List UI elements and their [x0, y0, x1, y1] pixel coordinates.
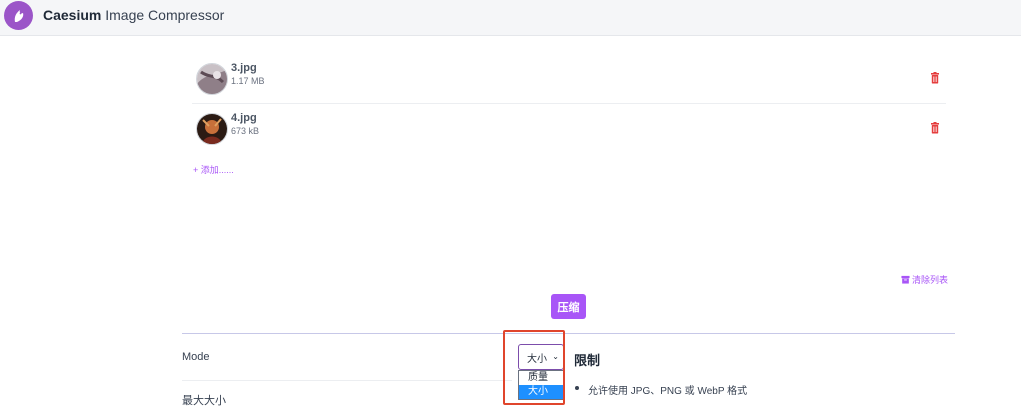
- trash-icon[interactable]: [930, 72, 940, 84]
- highlight-annotation: [503, 330, 565, 405]
- caesium-logo-icon: [4, 1, 33, 30]
- app-title: Caesium Image Compressor: [43, 7, 224, 23]
- clear-list-link[interactable]: 清除列表: [901, 273, 948, 286]
- archive-icon: [901, 275, 910, 284]
- settings-divider: [182, 380, 512, 381]
- trash-icon[interactable]: [930, 122, 940, 134]
- file-thumbnail: [196, 63, 228, 95]
- file-size: 673 kB: [231, 126, 260, 136]
- file-name: 4.jpg: [231, 112, 257, 124]
- app-title-rest: Image Compressor: [101, 7, 225, 23]
- compress-button[interactable]: 压缩: [551, 294, 586, 319]
- file-size: 1.17 MB: [231, 76, 265, 86]
- add-files-link[interactable]: + 添加......: [193, 163, 234, 176]
- limits-list-item: 允许使用 JPG、PNG 或 WebP 格式: [574, 382, 747, 397]
- file-list-item[interactable]: 3.jpg 1.17 MB: [192, 54, 946, 102]
- file-thumbnail: [196, 113, 228, 145]
- section-divider: [182, 333, 955, 334]
- limits-title: 限制: [574, 353, 601, 368]
- file-name: 3.jpg: [231, 62, 257, 74]
- max-size-label: 最大大小: [182, 395, 226, 407]
- app-brand: Caesium: [43, 7, 102, 23]
- file-list-item[interactable]: 4.jpg 673 kB: [192, 104, 946, 152]
- app-header: Caesium Image Compressor: [0, 0, 1021, 36]
- mode-label: Mode: [182, 351, 210, 363]
- clear-list-label: 清除列表: [912, 275, 949, 285]
